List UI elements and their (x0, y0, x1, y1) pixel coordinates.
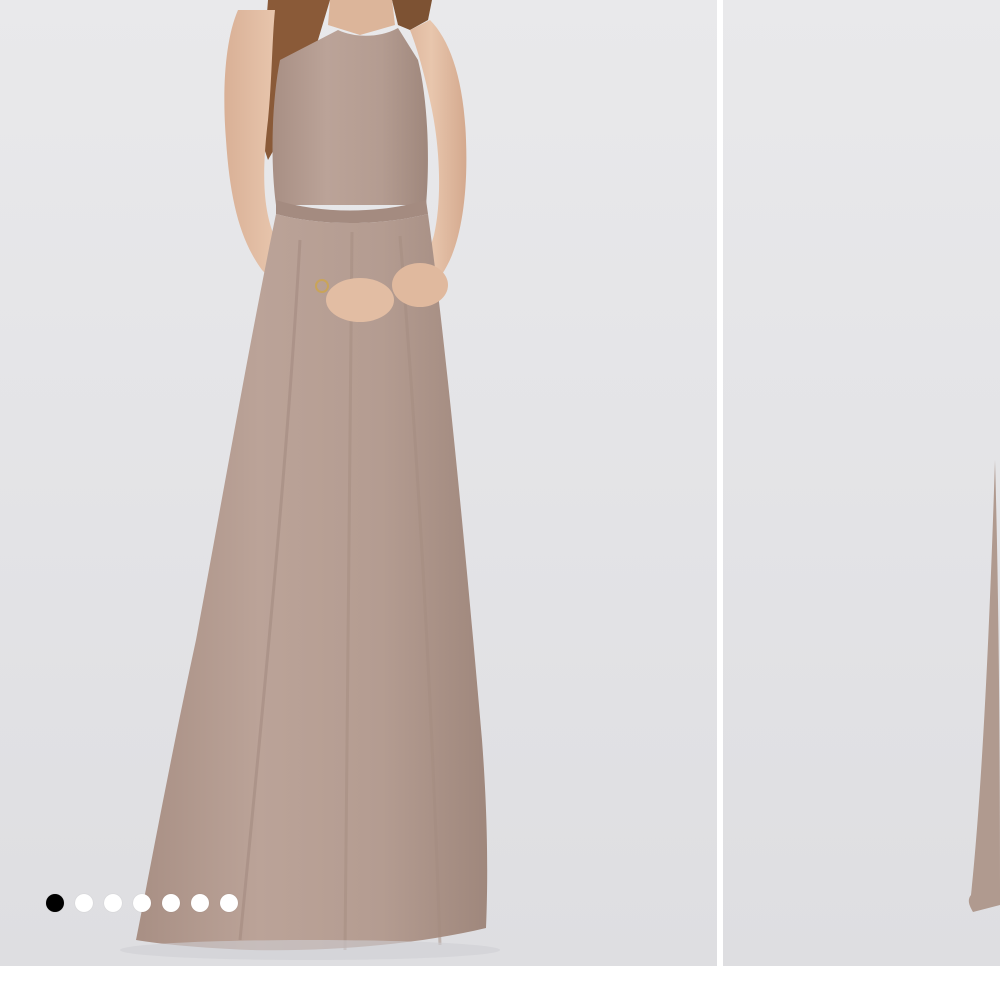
dress-skirt (136, 214, 488, 951)
next-photo-dress-edge (968, 460, 1000, 912)
carousel-dot-4[interactable] (133, 894, 151, 912)
page-content-below-carousel (0, 966, 1000, 1000)
carousel-dot-7[interactable] (220, 894, 238, 912)
model-in-dress-illustration (120, 0, 500, 960)
carousel-pagination (46, 894, 238, 912)
carousel-dot-1[interactable] (46, 894, 64, 912)
carousel-dot-3[interactable] (104, 894, 122, 912)
carousel-dot-2[interactable] (75, 894, 93, 912)
dress-bodice (272, 28, 428, 205)
product-photo-next-preview[interactable] (723, 0, 1000, 966)
hands (326, 278, 394, 322)
carousel-dot-5[interactable] (162, 894, 180, 912)
product-image-carousel[interactable] (0, 0, 1000, 966)
product-photo-main[interactable] (0, 0, 717, 966)
carousel-dot-6[interactable] (191, 894, 209, 912)
